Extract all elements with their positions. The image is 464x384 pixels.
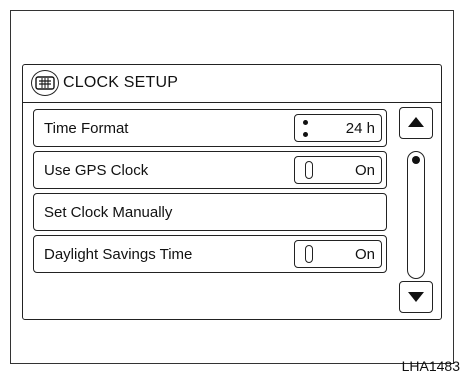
selector-dots-icon — [303, 119, 309, 139]
daylight-savings-value: On — [354, 246, 375, 263]
time-format-row[interactable]: Time Format 24 h — [33, 109, 387, 147]
row-label: Time Format — [44, 120, 129, 137]
page-title: CLOCK SETUP — [63, 74, 179, 91]
row-label: Use GPS Clock — [44, 162, 149, 179]
scrollbar[interactable] — [395, 99, 441, 321]
row-label: Daylight Savings Time — [44, 246, 193, 263]
up-arrow-icon — [408, 117, 424, 127]
screen-header: CLOCK SETUP — [23, 65, 441, 103]
toggle-indicator-icon — [305, 245, 313, 263]
clock-setup-screen: CLOCK SETUP Time Format 24 h Use GPS Clo… — [22, 64, 442, 320]
scroll-track[interactable] — [407, 151, 425, 279]
scroll-thumb[interactable] — [412, 156, 420, 164]
scroll-down-button[interactable] — [399, 281, 433, 313]
gps-clock-value: On — [354, 162, 375, 179]
figure-code: LHA1483 — [401, 358, 460, 374]
scroll-up-button[interactable] — [399, 107, 433, 139]
row-label: Set Clock Manually — [44, 204, 173, 221]
set-clock-manually-row[interactable]: Set Clock Manually — [33, 193, 387, 231]
time-format-value-box: 24 h — [294, 114, 382, 142]
down-arrow-icon — [408, 292, 424, 302]
use-gps-clock-row[interactable]: Use GPS Clock On — [33, 151, 387, 189]
daylight-savings-toggle[interactable]: On — [294, 240, 382, 268]
gps-clock-toggle[interactable]: On — [294, 156, 382, 184]
toggle-indicator-icon — [305, 161, 313, 179]
daylight-savings-row[interactable]: Daylight Savings Time On — [33, 235, 387, 273]
time-format-value: 24 h — [345, 120, 375, 137]
clock-setup-icon — [31, 70, 59, 96]
